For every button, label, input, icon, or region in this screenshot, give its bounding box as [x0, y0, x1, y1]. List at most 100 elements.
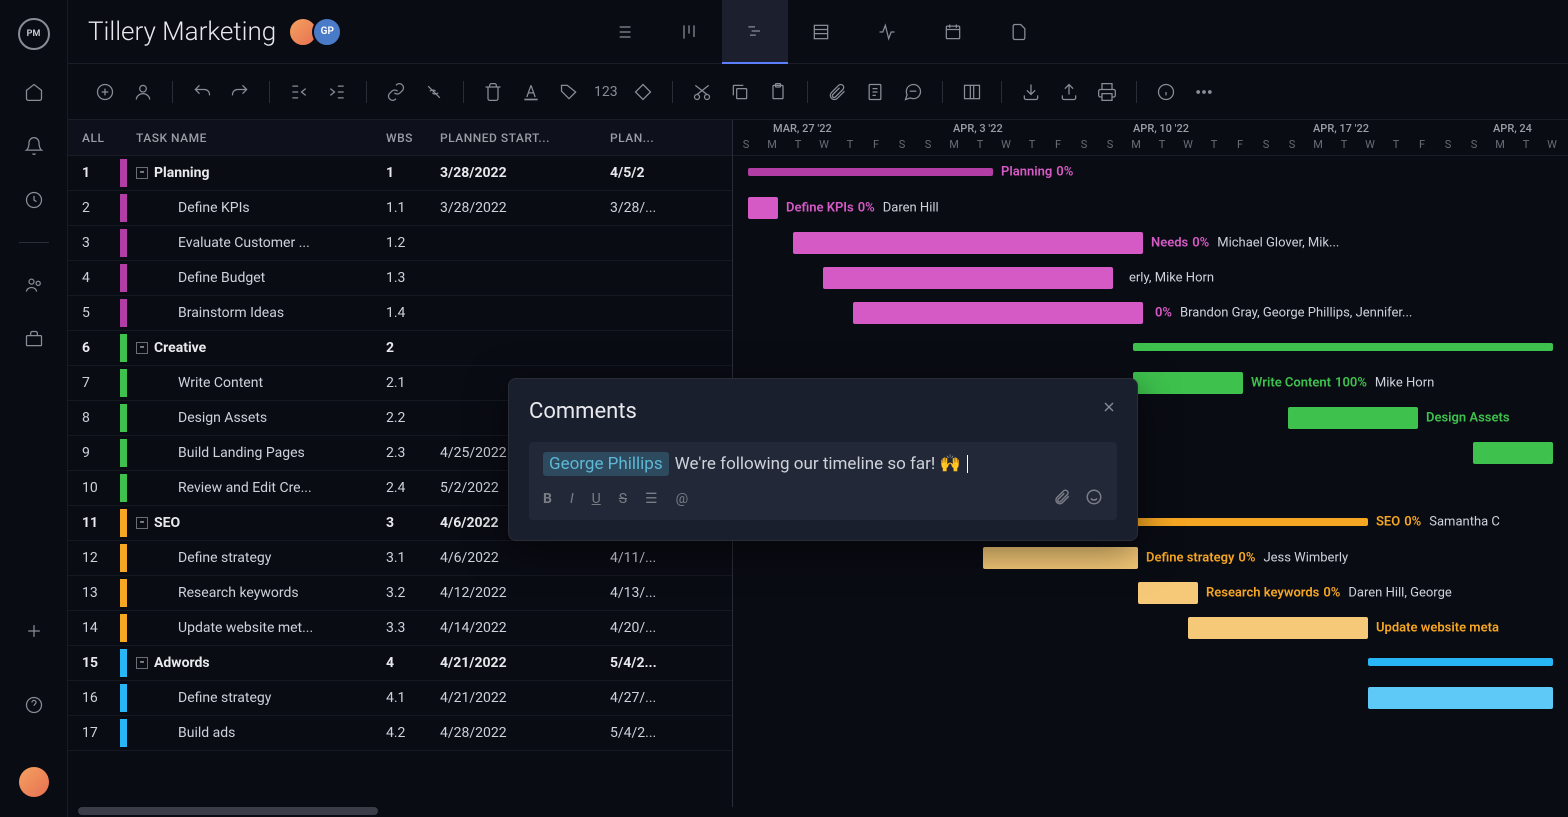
outdent-button[interactable]: [282, 75, 316, 109]
day-label: S: [1461, 138, 1487, 151]
gantt-bar[interactable]: Needs0%Michael Glover, Mik...: [793, 232, 1143, 254]
task-row[interactable]: 13 Research keywords 3.2 4/12/2022 4/13/…: [68, 576, 732, 611]
gantt-bar[interactable]: 0%Brandon Gray, George Phillips, Jennife…: [853, 302, 1143, 324]
paste-button[interactable]: [761, 75, 795, 109]
print-button[interactable]: [1090, 75, 1124, 109]
briefcase-icon[interactable]: [22, 327, 46, 351]
comment-input[interactable]: George Phillips We're following our time…: [529, 442, 1117, 520]
gantt-bar[interactable]: erly, Mike Horn: [823, 267, 1113, 289]
col-start[interactable]: PLANNED START...: [440, 131, 610, 145]
list-view-tab[interactable]: [590, 0, 656, 64]
day-label: S: [1253, 138, 1279, 151]
horizontal-scrollbar[interactable]: [68, 807, 1568, 817]
gantt-bar[interactable]: Write Content100%Mike Horn: [1133, 372, 1243, 394]
task-row[interactable]: 12 Define strategy 3.1 4/6/2022 4/11/...: [68, 541, 732, 576]
task-row[interactable]: 4 Define Budget 1.3: [68, 261, 732, 296]
avatar[interactable]: GP: [312, 17, 342, 47]
link-button[interactable]: [379, 75, 413, 109]
view-tabs: [590, 0, 1052, 64]
project-title: Tillery Marketing: [88, 17, 276, 47]
delete-button[interactable]: [476, 75, 510, 109]
day-label: S: [1279, 138, 1305, 151]
col-all[interactable]: ALL: [68, 131, 120, 145]
collapse-icon[interactable]: −: [136, 342, 148, 354]
bold-button[interactable]: B: [543, 491, 552, 507]
indent-button[interactable]: [320, 75, 354, 109]
col-name[interactable]: TASK NAME: [130, 131, 386, 145]
gantt-bar[interactable]: Define KPIs0%Daren Hill: [748, 197, 778, 219]
tag-button[interactable]: [552, 75, 586, 109]
gantt-bar[interactable]: [1368, 658, 1553, 666]
clock-icon[interactable]: [22, 188, 46, 212]
milestone-button[interactable]: [626, 75, 660, 109]
add-button[interactable]: [88, 75, 122, 109]
underline-button[interactable]: U: [592, 491, 601, 507]
day-label: F: [1045, 138, 1071, 151]
copy-button[interactable]: [723, 75, 757, 109]
italic-button[interactable]: I: [570, 491, 574, 507]
task-row[interactable]: 16 Define strategy 4.1 4/21/2022 4/27/..…: [68, 681, 732, 716]
bar-label: SEO0%Samantha C: [1368, 515, 1500, 530]
gantt-bar[interactable]: Research keywords0%Daren Hill, George: [1138, 582, 1198, 604]
attach-button[interactable]: [820, 75, 854, 109]
more-button[interactable]: [1187, 75, 1221, 109]
people-icon[interactable]: [22, 273, 46, 297]
attach-icon[interactable]: [1053, 488, 1071, 510]
text-color-button[interactable]: [514, 75, 548, 109]
assign-button[interactable]: [126, 75, 160, 109]
gantt-bar[interactable]: [1368, 687, 1553, 709]
strike-button[interactable]: S: [619, 491, 627, 507]
task-row[interactable]: 15 −Adwords 4 4/21/2022 5/4/2...: [68, 646, 732, 681]
help-icon[interactable]: [22, 693, 46, 717]
gantt-bar[interactable]: Design Assets: [1288, 407, 1418, 429]
gantt-bar[interactable]: Planning0%: [748, 168, 993, 176]
notes-button[interactable]: [858, 75, 892, 109]
mention-button[interactable]: @: [676, 491, 689, 507]
bell-icon[interactable]: [22, 134, 46, 158]
gantt-bar[interactable]: Define strategy0%Jess Wimberly: [983, 547, 1138, 569]
gantt-bar[interactable]: [1133, 343, 1553, 351]
unlink-button[interactable]: [417, 75, 451, 109]
collapse-icon[interactable]: −: [136, 517, 148, 529]
columns-button[interactable]: [955, 75, 989, 109]
task-row[interactable]: 5 Brainstorm Ideas 1.4: [68, 296, 732, 331]
cut-button[interactable]: [685, 75, 719, 109]
day-label: M: [941, 138, 967, 151]
number-text[interactable]: 123: [590, 84, 622, 100]
col-wbs[interactable]: WBS: [386, 131, 440, 145]
calendar-view-tab[interactable]: [920, 0, 986, 64]
undo-button[interactable]: [185, 75, 219, 109]
dashboard-view-tab[interactable]: [854, 0, 920, 64]
list-button[interactable]: ☰: [645, 491, 658, 507]
close-icon[interactable]: [1099, 397, 1119, 417]
home-icon[interactable]: [22, 80, 46, 104]
gantt-bar[interactable]: Update website meta: [1188, 617, 1368, 639]
plus-icon[interactable]: [22, 619, 46, 643]
import-button[interactable]: [1014, 75, 1048, 109]
task-row[interactable]: 3 Evaluate Customer ... 1.2: [68, 226, 732, 261]
export-button[interactable]: [1052, 75, 1086, 109]
redo-button[interactable]: [223, 75, 257, 109]
task-row[interactable]: 2 Define KPIs 1.1 3/28/2022 3/28/...: [68, 191, 732, 226]
avatar-stack[interactable]: GP: [294, 17, 342, 47]
board-view-tab[interactable]: [656, 0, 722, 64]
emoji-icon[interactable]: [1085, 488, 1103, 510]
col-finish[interactable]: PLAN...: [610, 131, 730, 145]
info-button[interactable]: [1149, 75, 1183, 109]
app-logo[interactable]: PM: [18, 18, 50, 50]
sheet-view-tab[interactable]: [788, 0, 854, 64]
task-row[interactable]: 6 −Creative 2: [68, 331, 732, 366]
user-avatar[interactable]: [19, 767, 49, 797]
gantt-bar[interactable]: [1473, 442, 1553, 464]
mention[interactable]: George Phillips: [543, 452, 669, 476]
task-row[interactable]: 17 Build ads 4.2 4/28/2022 5/4/2...: [68, 716, 732, 751]
collapse-icon[interactable]: −: [136, 657, 148, 669]
task-row[interactable]: 14 Update website met... 3.3 4/14/2022 4…: [68, 611, 732, 646]
gantt-view-tab[interactable]: [722, 0, 788, 64]
collapse-icon[interactable]: −: [136, 167, 148, 179]
comment-button[interactable]: [896, 75, 930, 109]
file-view-tab[interactable]: [986, 0, 1052, 64]
task-row[interactable]: 1 −Planning 1 3/28/2022 4/5/2: [68, 156, 732, 191]
day-label: W: [1539, 138, 1565, 151]
bar-label: erly, Mike Horn: [1113, 271, 1214, 286]
